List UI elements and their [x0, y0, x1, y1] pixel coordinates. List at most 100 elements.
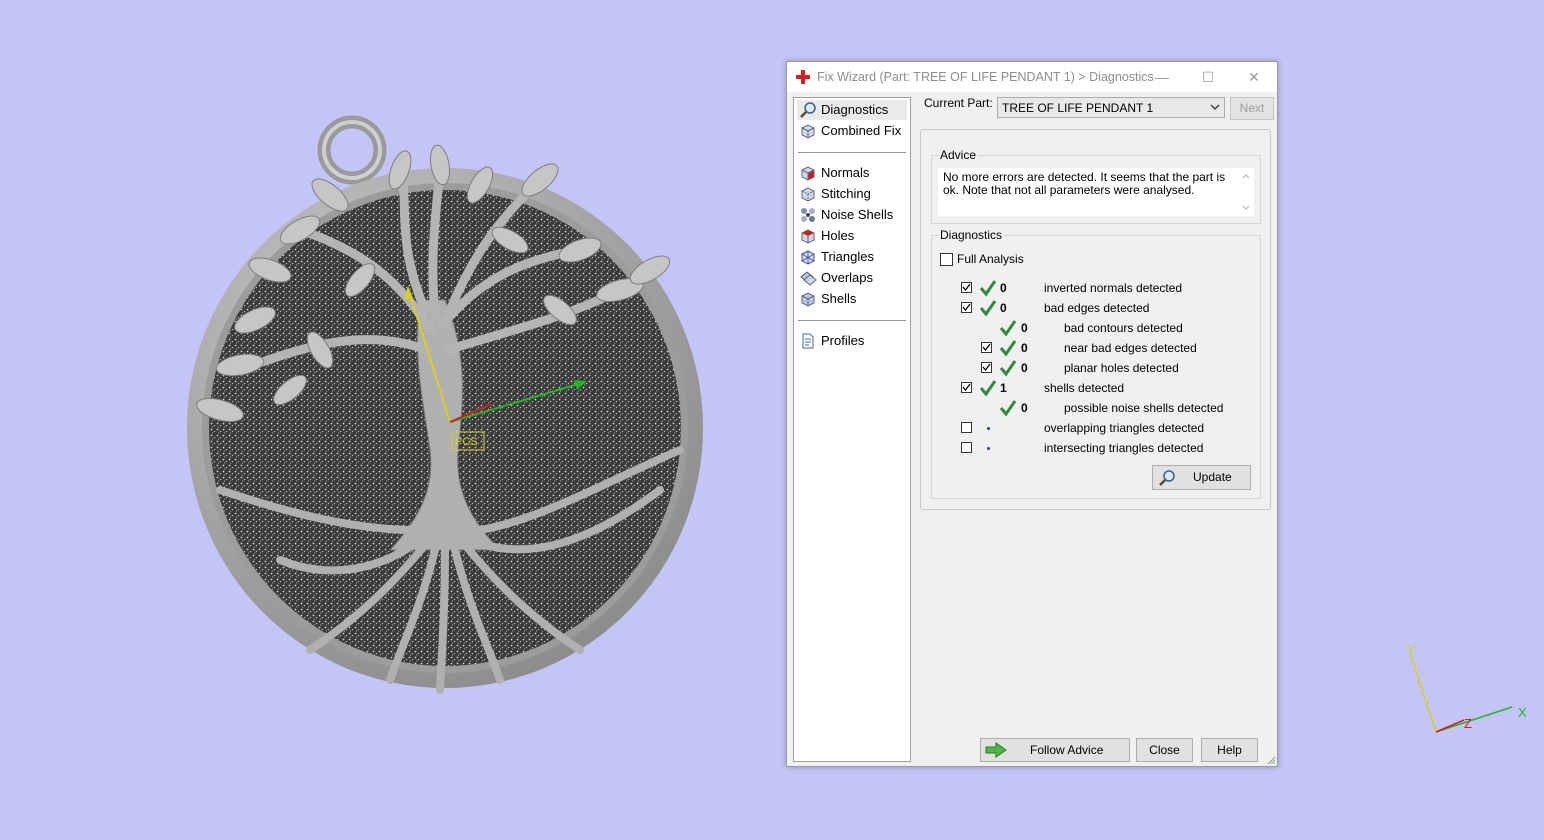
diag-label: bad contours detected: [1064, 321, 1183, 335]
overlaps-icon: [800, 271, 817, 286]
intersecting-triangles-checkbox[interactable]: [961, 442, 972, 453]
diag-row-shells: 1 shells detected: [932, 378, 1252, 398]
nav-item-label: Shells: [821, 291, 857, 306]
maximize-button[interactable]: ☐: [1185, 62, 1231, 92]
nav-item-triangles[interactable]: Triangles: [797, 247, 907, 267]
diag-count: 0: [1000, 281, 1007, 295]
advice-text: No more errors are detected. It seems th…: [943, 170, 1226, 197]
nav-item-label: Triangles: [821, 249, 874, 264]
green-check-icon: [999, 340, 1017, 357]
3d-viewport[interactable]: PCS Y X Z: [0, 0, 1544, 840]
nav-item-label: Profiles: [821, 333, 865, 348]
diag-label: possible noise shells detected: [1064, 401, 1224, 415]
diag-row-near-bad-edges: 0 near bad edges detected: [932, 338, 1252, 358]
axis-triad: Y X Z: [1406, 642, 1527, 733]
green-arrow-icon: [985, 742, 1007, 758]
magnifier-icon: [1159, 470, 1175, 486]
green-check-icon: [979, 280, 997, 297]
current-part-value: TREE OF LIFE PENDANT 1: [1002, 101, 1154, 115]
nav-item-label: Normals: [821, 165, 870, 180]
diag-row-inverted-normals: 0 inverted normals detected: [932, 278, 1252, 298]
full-analysis-checkbox[interactable]: [940, 253, 953, 266]
triangles-icon: [801, 250, 815, 265]
normals-cube-icon: [801, 166, 815, 181]
cube-icon: [801, 124, 815, 139]
advice-group: Advice No more errors are detected. It s…: [931, 148, 1261, 224]
bad-edges-checkbox[interactable]: [961, 302, 972, 313]
diag-count: 0: [1021, 321, 1028, 335]
nav-item-combined-fix[interactable]: Combined Fix: [797, 121, 907, 141]
follow-advice-button[interactable]: Follow Advice: [980, 738, 1130, 762]
nav-item-label: Noise Shells: [821, 207, 894, 222]
nav-item-label: Combined Fix: [821, 123, 902, 138]
planar-holes-checkbox[interactable]: [981, 362, 992, 373]
nav-item-overlaps[interactable]: Overlaps: [797, 268, 907, 288]
magnifier-icon: [800, 102, 816, 118]
diag-row-bad-edges: 0 bad edges detected: [932, 298, 1252, 318]
nav-separator: [798, 320, 906, 321]
red-cross-icon: [796, 70, 810, 84]
advice-title: Advice: [938, 148, 979, 162]
green-check-icon: [999, 320, 1017, 337]
current-part-select[interactable]: TREE OF LIFE PENDANT 1: [997, 97, 1225, 118]
green-check-icon: [979, 380, 997, 397]
diag-row-planar-holes: 0 planar holes detected: [932, 358, 1252, 378]
minimize-button[interactable]: —: [1139, 62, 1185, 92]
title-bar[interactable]: Fix Wizard (Part: TREE OF LIFE PENDANT 1…: [787, 62, 1277, 92]
advice-scrollbar[interactable]: [1240, 170, 1252, 214]
diagnostics-group: Diagnostics Full Analysis 0 inverted nor…: [931, 228, 1261, 499]
green-check-icon: [999, 400, 1017, 417]
diag-label: bad edges detected: [1044, 301, 1150, 315]
resize-grip-icon[interactable]: [1266, 755, 1276, 765]
update-button[interactable]: Update: [1152, 465, 1251, 490]
wizard-nav: Diagnostics Combined Fix Normals Stitchi…: [793, 97, 911, 762]
follow-advice-label: Follow Advice: [1030, 743, 1104, 757]
diag-row-intersecting-triangles: intersecting triangles detected: [932, 438, 1252, 458]
window-title: Fix Wizard (Part: TREE OF LIFE PENDANT 1…: [817, 70, 1154, 84]
diagnostics-title: Diagnostics: [938, 228, 1005, 242]
stitching-cube-icon: [801, 187, 815, 202]
noise-shells-icon: [801, 208, 815, 222]
not-analysed-dot-icon: [987, 447, 990, 450]
nav-item-normals[interactable]: Normals: [797, 163, 907, 183]
nav-item-diagnostics[interactable]: Diagnostics: [797, 100, 907, 120]
axis-y-label: Y: [1406, 642, 1415, 657]
advice-box: No more errors are detected. It seems th…: [938, 168, 1254, 216]
nav-item-shells[interactable]: Shells: [797, 289, 907, 309]
nav-item-stitching[interactable]: Stitching: [797, 184, 907, 204]
update-label: Update: [1193, 470, 1232, 484]
diag-count: 0: [1021, 341, 1028, 355]
holes-cube-icon: [801, 229, 815, 244]
nav-item-profiles[interactable]: Profiles: [797, 331, 907, 351]
next-button[interactable]: Next: [1230, 97, 1274, 120]
axis-z-label: Z: [1464, 716, 1472, 731]
diag-count: 1: [1000, 381, 1007, 395]
nav-item-holes[interactable]: Holes: [797, 226, 907, 246]
close-window-button[interactable]: ✕: [1231, 62, 1277, 92]
diag-count: 0: [1021, 361, 1028, 375]
not-analysed-dot-icon: [987, 427, 990, 430]
help-button[interactable]: Help: [1201, 738, 1258, 762]
nav-item-label: Overlaps: [821, 270, 874, 285]
near-bad-edges-checkbox[interactable]: [981, 342, 992, 353]
diag-label: planar holes detected: [1064, 361, 1179, 375]
diag-label: overlapping triangles detected: [1044, 421, 1205, 435]
diag-count: 0: [1021, 401, 1028, 415]
shells-icon: [801, 292, 815, 307]
nav-item-noise-shells[interactable]: Noise Shells: [797, 205, 907, 225]
nav-separator: [798, 152, 906, 153]
diag-row-noise-shells: 0 possible noise shells detected: [932, 398, 1252, 418]
diag-label: shells detected: [1044, 381, 1125, 395]
fix-wizard-dialog: Fix Wizard (Part: TREE OF LIFE PENDANT 1…: [786, 61, 1278, 767]
close-button[interactable]: Close: [1136, 738, 1193, 762]
diag-label: intersecting triangles detected: [1044, 441, 1204, 455]
overlapping-triangles-checkbox[interactable]: [961, 422, 972, 433]
full-analysis-label: Full Analysis: [957, 252, 1024, 266]
diag-label: near bad edges detected: [1064, 341, 1197, 355]
diag-row-overlapping-triangles: overlapping triangles detected: [932, 418, 1252, 438]
axis-x-label: X: [1518, 705, 1527, 720]
pendant-model[interactable]: PCS: [180, 110, 720, 700]
diag-row-bad-contours: 0 bad contours detected: [932, 318, 1252, 338]
shells-checkbox[interactable]: [961, 382, 972, 393]
inverted-normals-checkbox[interactable]: [961, 282, 972, 293]
